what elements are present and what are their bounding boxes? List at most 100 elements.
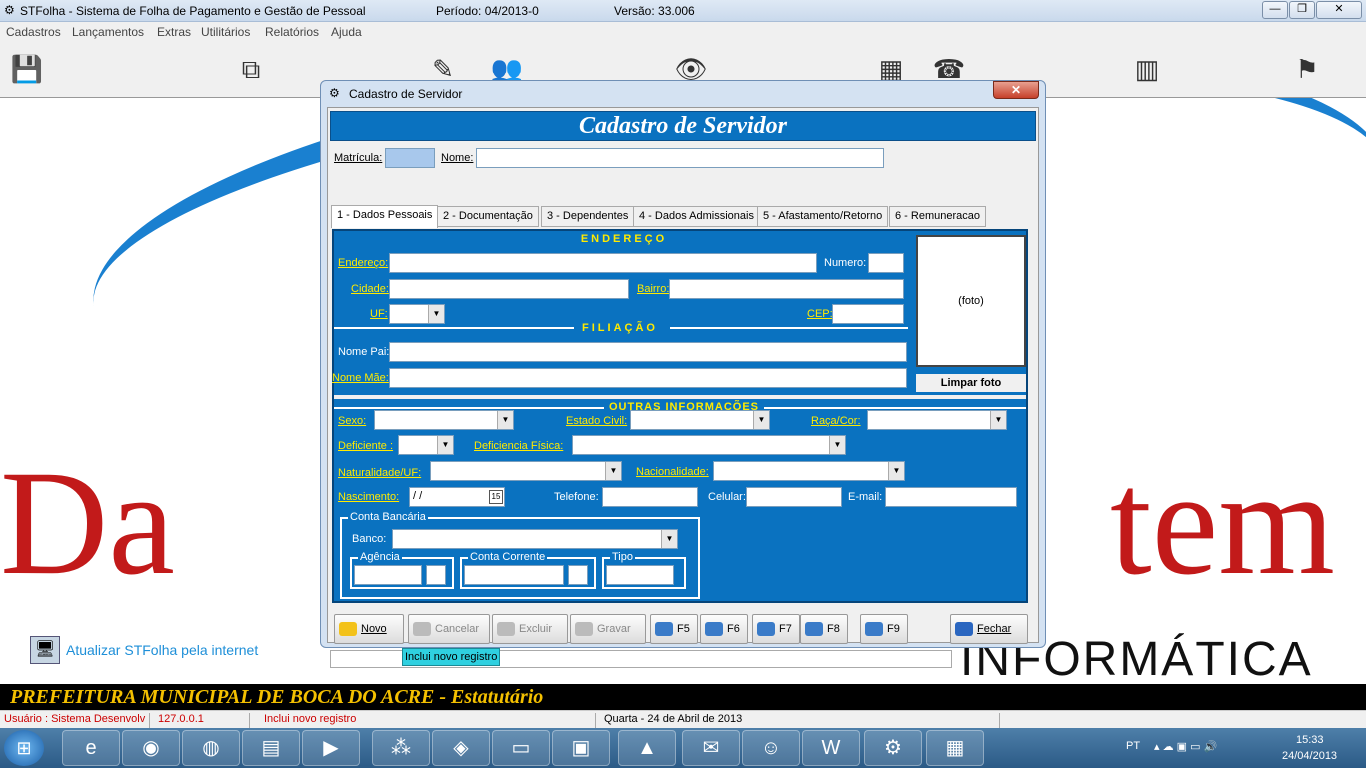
books-icon[interactable]: ▥ — [1130, 52, 1164, 86]
numero-input[interactable] — [868, 253, 904, 273]
nascimento-label[interactable]: Nascimento: — [338, 491, 399, 503]
media-icon[interactable]: ▶ — [302, 730, 360, 766]
runner-icon[interactable]: ⚑ — [1290, 52, 1324, 86]
chevron-down-icon: ▼ — [497, 411, 513, 429]
gravar-button[interactable]: Gravar — [570, 614, 646, 644]
banco-select[interactable]: ▼ — [392, 529, 678, 549]
raca-cor-label[interactable]: Raça/Cor: — [811, 415, 861, 427]
novo-button[interactable]: Novo — [334, 614, 404, 644]
bairro-input[interactable] — [669, 279, 904, 299]
explorer-icon[interactable]: ▤ — [242, 730, 300, 766]
uf-select[interactable]: ▼ — [389, 304, 445, 324]
word-icon[interactable]: W — [802, 730, 860, 766]
nacionalidade-select[interactable]: ▼ — [713, 461, 905, 481]
tab-dados-pessoais[interactable]: 1 - Dados Pessoais — [331, 205, 439, 228]
deficiencia-fisica-select[interactable]: ▼ — [572, 435, 846, 455]
clock-time[interactable]: 15:33 — [1296, 734, 1324, 746]
naturalidade-select[interactable]: ▼ — [430, 461, 622, 481]
agencia-dv-input[interactable] — [426, 565, 446, 585]
chrome-icon[interactable]: ◍ — [182, 730, 240, 766]
sexo-label[interactable]: Sexo: — [338, 415, 366, 427]
menu-cadastros[interactable]: Cadastros — [6, 25, 61, 39]
winrar-icon[interactable]: ▣ — [552, 730, 610, 766]
tab-dados-admissionais[interactable]: 4 - Dados Admissionais — [633, 206, 760, 227]
first-record-button[interactable]: F5 — [650, 614, 698, 644]
raca-cor-select[interactable]: ▼ — [867, 410, 1007, 430]
next-record-button[interactable]: F7 — [752, 614, 800, 644]
naturalidade-label[interactable]: Naturalidade/UF: — [338, 467, 421, 479]
tab-documentacao[interactable]: 2 - Documentação — [437, 206, 539, 227]
fechar-button[interactable]: Fechar — [950, 614, 1028, 644]
menu-lancamentos[interactable]: Lançamentos — [72, 25, 144, 39]
matricula-input[interactable] — [385, 148, 435, 168]
settings-icon[interactable]: ⚙ — [864, 730, 922, 766]
uf-label[interactable]: UF: — [370, 308, 388, 320]
last-record-button[interactable]: F8 — [800, 614, 848, 644]
mail-icon[interactable]: ✉ — [682, 730, 740, 766]
telefone-input[interactable] — [602, 487, 698, 507]
estado-civil-select[interactable]: ▼ — [630, 410, 770, 430]
ie-icon[interactable]: e — [62, 730, 120, 766]
nome-input[interactable] — [476, 148, 884, 168]
tipo-input[interactable] — [606, 565, 674, 585]
estado-civil-label[interactable]: Estado Civil: — [566, 415, 627, 427]
agencia-input[interactable] — [354, 565, 422, 585]
nome-pai-input[interactable] — [389, 342, 907, 362]
nome-mae-input[interactable] — [389, 368, 907, 388]
lang-indicator[interactable]: PT — [1126, 740, 1140, 752]
nacionalidade-label[interactable]: Nacionalidade: — [636, 466, 709, 478]
previous-record-button[interactable]: F6 — [700, 614, 748, 644]
messenger-icon[interactable]: ☺ — [742, 730, 800, 766]
excluir-button[interactable]: Excluir — [492, 614, 568, 644]
bairro-label[interactable]: Bairro: — [637, 283, 669, 295]
tray-icons[interactable]: ▴ ☁ ▣ ▭ 🔊 — [1154, 740, 1217, 753]
start-button[interactable]: ⊞ — [4, 730, 44, 766]
cep-label[interactable]: CEP: — [807, 308, 833, 320]
window-icon[interactable]: ▭ — [492, 730, 550, 766]
cubes-icon[interactable]: ⧉ — [234, 52, 268, 86]
cancelar-button[interactable]: Cancelar — [408, 614, 490, 644]
deficiente-select[interactable]: ▼ — [398, 435, 454, 455]
nome-mae-label[interactable]: Nome Mãe: — [332, 372, 389, 384]
minimize-button[interactable]: — — [1262, 1, 1288, 19]
deficiente-label[interactable]: Deficiente : — [338, 440, 393, 452]
cidade-input[interactable] — [389, 279, 629, 299]
cidade-label[interactable]: Cidade: — [351, 283, 389, 295]
clock-date[interactable]: 24/04/2013 — [1282, 750, 1337, 762]
ibge-icon[interactable]: ⁂ — [372, 730, 430, 766]
cep-input[interactable] — [832, 304, 904, 324]
agencia-group: Agência — [350, 551, 454, 589]
vlc-icon[interactable]: ▲ — [618, 730, 676, 766]
menu-extras[interactable]: Extras — [157, 25, 191, 39]
dialog-close-button[interactable]: ✕ — [993, 81, 1039, 99]
f8-label: F8 — [827, 623, 840, 635]
menu-relatorios[interactable]: Relatórios — [265, 25, 319, 39]
conta-corrente-input[interactable] — [464, 565, 564, 585]
maximize-button[interactable]: ❐ — [1289, 1, 1315, 19]
celular-input[interactable] — [746, 487, 842, 507]
limpar-foto-button[interactable]: Limpar foto — [916, 374, 1026, 392]
menu-utilitarios[interactable]: Utilitários — [201, 25, 250, 39]
endereco-label[interactable]: Endereço: — [338, 257, 388, 269]
search-button[interactable]: F9 — [860, 614, 908, 644]
calendar-icon[interactable]: 15 — [489, 490, 503, 504]
tab-remuneracao[interactable]: 6 - Remuneracao — [889, 206, 986, 227]
email-input[interactable] — [885, 487, 1017, 507]
endereco-input[interactable] — [389, 253, 817, 273]
photo-box[interactable]: (foto) — [916, 235, 1026, 367]
close-button[interactable]: ✕ — [1316, 1, 1362, 19]
save-icon[interactable]: 💾 — [10, 52, 44, 86]
update-link[interactable]: 🖥 Atualizar STFolha pela internet — [30, 636, 258, 664]
conta-corrente-dv-input[interactable] — [568, 565, 588, 585]
telefone-label: Telefone: — [554, 491, 599, 503]
chevron-down-icon: ▼ — [990, 411, 1006, 429]
desktop-icon[interactable]: ▦ — [926, 730, 984, 766]
tab-afastamento[interactable]: 5 - Afastamento/Retorno — [757, 206, 889, 227]
sexo-select[interactable]: ▼ — [374, 410, 514, 430]
tab-dependentes[interactable]: 3 - Dependentes — [541, 206, 635, 227]
deficiencia-fisica-label[interactable]: Deficiencia Física: — [474, 440, 563, 452]
tipo-group: Tipo — [602, 551, 686, 589]
brazil-icon[interactable]: ◈ — [432, 730, 490, 766]
firefox-icon[interactable]: ◉ — [122, 730, 180, 766]
menu-ajuda[interactable]: Ajuda — [331, 25, 362, 39]
